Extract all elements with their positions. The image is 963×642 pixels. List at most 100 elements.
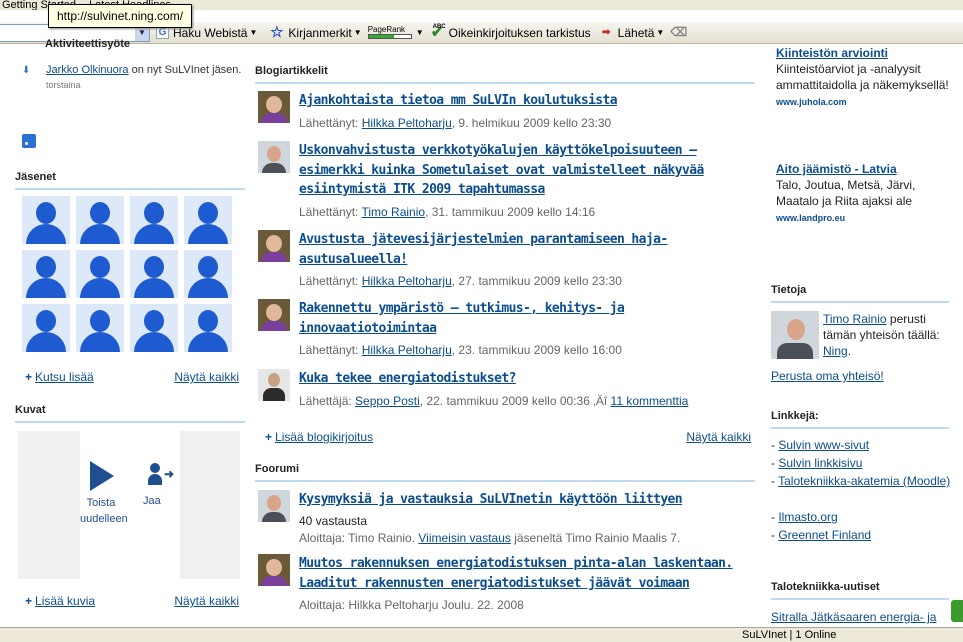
author-avatar[interactable]: [258, 299, 290, 331]
play-icon[interactable]: [90, 461, 114, 491]
share-icon[interactable]: ➜: [148, 463, 176, 485]
members-header: Jäsenet: [15, 171, 245, 190]
author-link[interactable]: Seppo Posti: [355, 394, 420, 408]
founder-link[interactable]: Timo Rainio: [823, 312, 887, 326]
member-avatar[interactable]: [130, 304, 178, 352]
eraser-icon: ⌫: [670, 25, 688, 39]
bookmarks-label: Kirjanmerkit: [288, 25, 352, 40]
member-avatar[interactable]: [76, 196, 124, 244]
blog-post-title[interactable]: Uskonvahvistusta verkkotyökalujen käyttö…: [299, 141, 754, 200]
blog-post-title[interactable]: Rakennettu ympäristö – tutkimus-, kehity…: [299, 299, 754, 338]
ad-title-link[interactable]: Aito jäämistö - Latvia: [776, 161, 952, 177]
member-avatar[interactable]: [76, 250, 124, 298]
link-item: - Ilmasto.org: [771, 508, 951, 526]
add-photos-label[interactable]: Lisää kuvia: [35, 594, 95, 608]
add-photos-link[interactable]: + Lisää kuvia: [25, 594, 95, 608]
eraser-button[interactable]: ⌫: [670, 25, 689, 40]
blog-post: Avustusta jätevesijärjestelmien parantam…: [258, 230, 754, 288]
spellcheck-button[interactable]: ✔ ABC Oikeinkirjoituksen tarkistus: [430, 24, 591, 40]
forum-topic-meta: Aloittaja: Timo Rainio. Viimeisin vastau…: [299, 531, 754, 545]
invite-more-label[interactable]: Kutsu lisää: [35, 370, 94, 384]
activity-feed-title: Aktiviteettisyöte: [45, 38, 130, 50]
link-item-label[interactable]: Sulvin www-sivut: [778, 438, 869, 452]
ad-url-link[interactable]: www.landpro.eu: [776, 210, 952, 226]
person-icon: [198, 256, 218, 278]
send-button[interactable]: ➡ Lähetä ▼: [599, 25, 664, 40]
invite-more-link[interactable]: + Kutsu lisää: [25, 370, 94, 384]
person-icon: [144, 202, 164, 224]
activity-item: ⬇ Jarkko Olkinuora on nyt SuLVInet jäsen…: [22, 64, 242, 90]
members-show-all-link[interactable]: Näytä kaikki: [174, 370, 239, 384]
news-item-link[interactable]: Sitralla Jätkäsaaren energia- ja: [771, 610, 951, 624]
links-header: Linkkejä:: [771, 410, 949, 429]
author-link[interactable]: Hilkka Peltoharju: [362, 274, 452, 288]
founder-avatar[interactable]: [771, 311, 819, 359]
rss-icon[interactable]: [22, 134, 36, 148]
forum-topic-title[interactable]: Kysymyksiä ja vastauksia SuLVInetin käyt…: [299, 490, 754, 510]
blog-post: Uskonvahvistusta verkkotyökalujen käyttö…: [258, 141, 754, 219]
author-link[interactable]: Hilkka Peltoharju: [362, 116, 452, 130]
photo-slideshow[interactable]: Toista uudelleen ➜ Jaa: [18, 431, 240, 579]
author-avatar[interactable]: [258, 554, 290, 586]
blog-post-title[interactable]: Kuka tekee energiatodistukset?: [299, 369, 754, 389]
photos-header: Kuvat: [15, 404, 245, 423]
blog-post-title[interactable]: Ajankohtaista tietoa mm SuLVIn koulutuks…: [299, 91, 754, 111]
link-item-label[interactable]: Talotekniikka-akatemia (Moodle): [778, 474, 950, 488]
blog-show-all-link[interactable]: Näytä kaikki: [686, 430, 751, 444]
author-link[interactable]: Hilkka Peltoharju: [362, 343, 452, 357]
activity-time: torstaina: [46, 80, 81, 90]
latest-reply-link[interactable]: Viimeisin vastaus: [418, 531, 510, 545]
author-avatar[interactable]: [258, 369, 290, 401]
member-avatar[interactable]: [76, 304, 124, 352]
side-feedback-tab[interactable]: [951, 600, 963, 622]
plus-icon: +: [25, 594, 33, 608]
ad-url-link[interactable]: www.juhola.com: [776, 94, 952, 110]
author-avatar[interactable]: [258, 230, 290, 262]
member-avatar[interactable]: [22, 196, 70, 244]
author-avatar[interactable]: [258, 91, 290, 123]
comments-link[interactable]: 11 kommenttia: [611, 394, 689, 408]
member-avatar[interactable]: [184, 250, 232, 298]
member-avatar[interactable]: [130, 196, 178, 244]
ning-link[interactable]: Ning: [823, 344, 848, 358]
author-avatar[interactable]: [258, 141, 290, 173]
author-avatar[interactable]: [258, 490, 290, 522]
meta-prefix: Lähettänyt:: [299, 204, 362, 219]
link-item-label[interactable]: Greennet Finland: [778, 528, 871, 542]
blog-post: Rakennettu ympäristö – tutkimus-, kehity…: [258, 299, 754, 357]
person-icon-body: [80, 224, 120, 244]
person-icon: [36, 256, 56, 278]
blog-post-meta: Lähettänyt: Hilkka Peltoharju, 27. tammi…: [299, 274, 754, 288]
link-item-label[interactable]: Ilmasto.org: [778, 510, 837, 524]
bookmarks-button[interactable]: ☆ Kirjanmerkit ▼: [269, 25, 362, 40]
person-icon-body: [188, 224, 228, 244]
dropdown-arrow-icon: ▼: [353, 28, 362, 37]
ad-title-link[interactable]: Kiinteistön arviointi: [776, 45, 952, 61]
member-avatar[interactable]: [22, 304, 70, 352]
member-avatar[interactable]: [184, 304, 232, 352]
activity-text: on nyt SuLVInet jäsen.: [128, 64, 242, 76]
member-avatar[interactable]: [184, 196, 232, 244]
activity-person-link[interactable]: Jarkko Olkinuora: [46, 64, 129, 76]
links-list: - Sulvin www-sivut - Sulvin linkkisivu - T…: [771, 436, 951, 544]
member-avatar[interactable]: [22, 250, 70, 298]
blog-post-title[interactable]: Avustusta jätevesijärjestelmien parantam…: [299, 230, 754, 269]
forum-topic-title[interactable]: Muutos rakennuksen energiatodistuksen pi…: [299, 554, 754, 593]
share-label[interactable]: Jaa: [143, 495, 161, 507]
forum-topic: Kysymyksiä ja vastauksia SuLVInetin käyt…: [258, 490, 754, 545]
news-header: Talotekniikka-uutiset: [771, 581, 949, 600]
about-text: Timo Rainio perusti tämän yhteisön tääll…: [823, 311, 953, 359]
create-network-link[interactable]: Perusta oma yhteisö!: [771, 369, 884, 383]
replay-label[interactable]: Toista uudelleen: [80, 495, 128, 527]
author-link[interactable]: Timo Rainio: [362, 205, 426, 219]
spellcheck-label: Oikeinkirjoituksen tarkistus: [448, 25, 591, 40]
link-item-label[interactable]: Sulvin linkkisivu: [778, 456, 862, 470]
photos-show-all-link[interactable]: Näytä kaikki: [174, 594, 239, 608]
post-date: , 22. tammikuu 2009 kello 00:36 ‚Äî: [419, 393, 611, 408]
dropdown-arrow-icon: ▼: [415, 28, 424, 37]
ad-text: Kiinteistöarviot ja -analyysit ammattita…: [776, 62, 949, 92]
pagerank-button[interactable]: PageRank ▼: [367, 26, 424, 39]
add-blog-post-link[interactable]: + Lisää blogikirjoitus: [265, 430, 373, 444]
member-avatar[interactable]: [130, 250, 178, 298]
add-blog-post-label[interactable]: Lisää blogikirjoitus: [275, 430, 373, 444]
